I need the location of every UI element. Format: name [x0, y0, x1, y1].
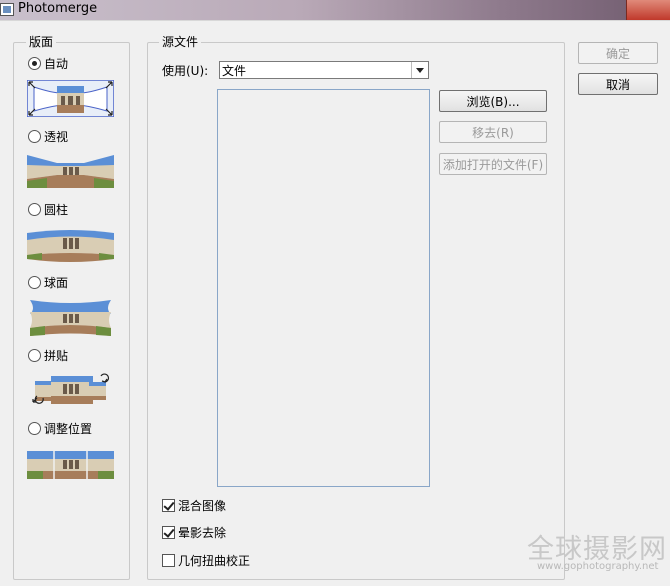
photomerge-dialog: 版面 自动 透视 圆柱 球面 拼贴 调整位置 源文件 使用(U): 文件 浏览(… [0, 20, 670, 586]
window-title: Photomerge [18, 1, 98, 16]
use-label: 使用(U): [162, 64, 209, 78]
reposition-thumbnail [27, 451, 114, 479]
use-dropdown-value: 文件 [222, 63, 247, 78]
geometric-distortion-checkbox[interactable] [162, 553, 175, 567]
vignette-removal-option[interactable]: 晕影去除 [162, 524, 226, 540]
app-icon [0, 3, 14, 16]
layout-option-reposition[interactable]: 调整位置 [28, 420, 92, 436]
source-files-legend: 源文件 [159, 35, 202, 49]
auto-layout-thumbnail[interactable] [27, 80, 114, 117]
layout-option-spherical[interactable]: 球面 [28, 274, 68, 290]
browse-button[interactable]: 浏览(B)... [439, 90, 547, 112]
geometric-distortion-label: 几何扭曲校正 [178, 553, 251, 568]
radio-collage[interactable] [28, 348, 41, 362]
add-open-files-button[interactable]: 添加打开的文件(F) [439, 153, 547, 175]
ok-button[interactable]: 确定 [578, 42, 658, 64]
spherical-thumbnail [30, 300, 111, 336]
radio-perspective[interactable] [28, 129, 41, 143]
blend-images-label: 混合图像 [178, 498, 227, 513]
vignette-removal-label: 晕影去除 [178, 525, 227, 540]
cancel-button[interactable]: 取消 [578, 73, 658, 95]
remove-button[interactable]: 移去(R) [439, 121, 547, 143]
radio-cylindrical[interactable] [28, 202, 41, 216]
layout-option-label: 自动 [44, 56, 69, 71]
layout-option-label: 调整位置 [44, 421, 93, 436]
watermark-url: www.gophotography.net [537, 561, 659, 572]
geometric-distortion-option[interactable]: 几何扭曲校正 [162, 552, 250, 568]
use-dropdown[interactable]: 文件 [219, 61, 429, 79]
layout-option-perspective[interactable]: 透视 [28, 128, 68, 144]
radio-auto[interactable] [28, 56, 41, 70]
close-button[interactable] [626, 0, 670, 20]
vignette-removal-checkbox[interactable] [162, 525, 175, 539]
layout-group-legend: 版面 [26, 35, 57, 49]
cylindrical-thumbnail [27, 230, 114, 262]
radio-spherical[interactable] [28, 275, 41, 289]
layout-option-label: 圆柱 [44, 202, 69, 217]
collage-thumbnail [32, 373, 109, 404]
layout-option-cylindrical[interactable]: 圆柱 [28, 201, 68, 217]
layout-option-label: 透视 [44, 129, 69, 144]
chevron-down-icon[interactable] [411, 62, 428, 78]
blend-images-checkbox[interactable] [162, 498, 175, 512]
layout-option-auto[interactable]: 自动 [28, 55, 68, 71]
title-bar: Photomerge [0, 0, 670, 20]
source-file-list[interactable] [217, 89, 430, 487]
layout-option-collage[interactable]: 拼贴 [28, 347, 68, 363]
layout-option-label: 球面 [44, 275, 69, 290]
perspective-thumbnail [27, 155, 114, 188]
layout-option-label: 拼贴 [44, 348, 69, 363]
radio-reposition[interactable] [28, 421, 41, 435]
blend-images-option[interactable]: 混合图像 [162, 497, 226, 513]
